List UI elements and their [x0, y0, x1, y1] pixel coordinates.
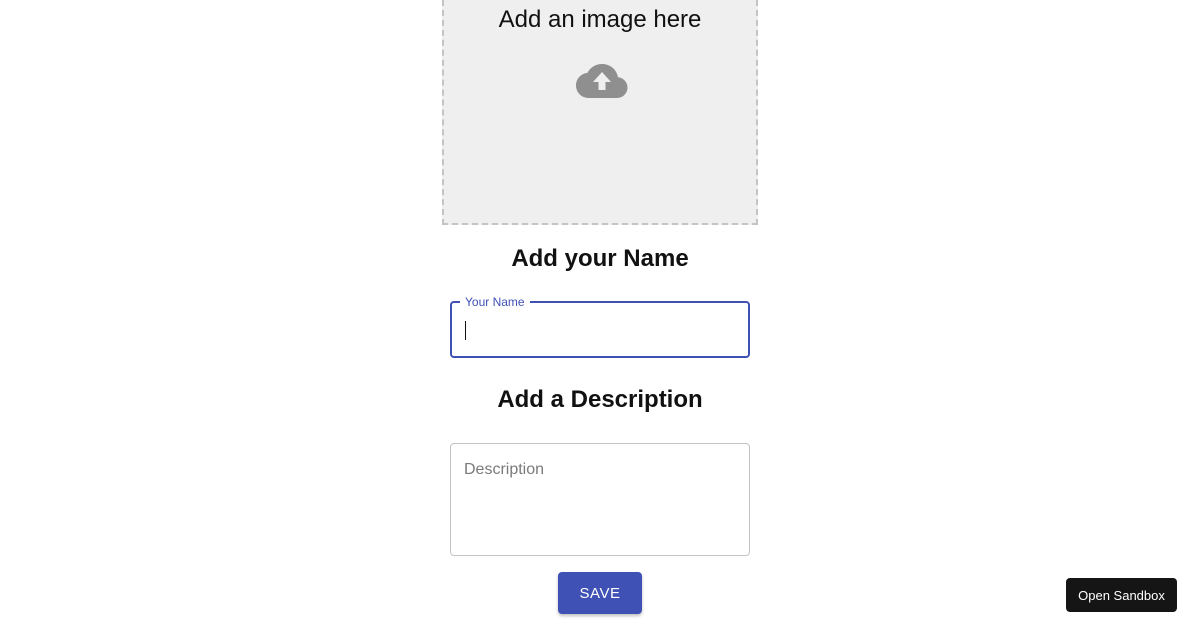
description-heading: Add a Description [497, 386, 703, 413]
dropzone-title: Add an image here [498, 6, 702, 33]
name-field[interactable]: Your Name [450, 294, 750, 358]
open-sandbox-button[interactable]: Open Sandbox [1066, 578, 1177, 612]
name-field-label: Your Name [460, 294, 530, 310]
text-caret [465, 321, 466, 340]
save-button[interactable]: SAVE [558, 572, 642, 614]
image-dropzone[interactable]: Add an image here [442, 0, 758, 225]
description-field[interactable] [450, 443, 750, 556]
cloud-upload-icon [576, 64, 628, 98]
description-input[interactable] [464, 461, 736, 545]
name-input[interactable] [464, 317, 734, 343]
name-heading: Add your Name [511, 245, 689, 272]
